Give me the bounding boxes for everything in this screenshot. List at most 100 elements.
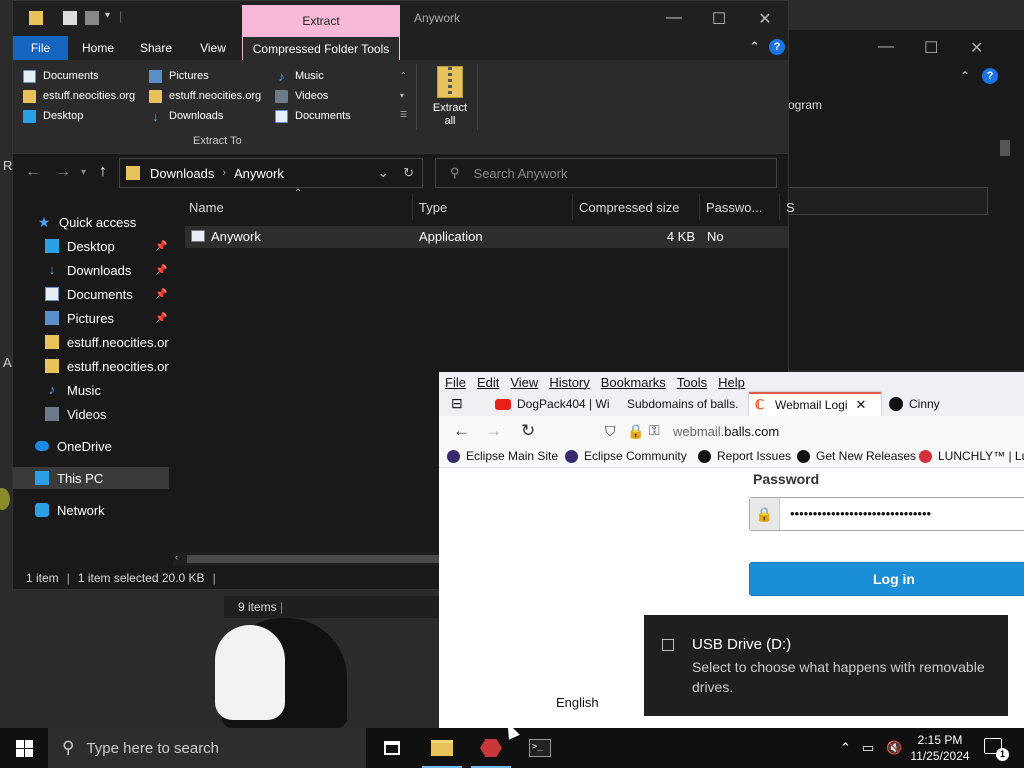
menu-view[interactable]: View [510,375,538,390]
extract-destination-music[interactable]: ♪ Music [275,67,323,85]
scrollbar-thumb[interactable] [1000,140,1010,156]
background-explorer-window[interactable]: — ☐ ✕ ⌃ ogram [788,30,1000,370]
nav-pictures[interactable]: Pictures 📌 [45,307,173,329]
tab-home[interactable]: Home [73,36,123,60]
tab-webmail-login[interactable]: ℂ Webmail Logi ✕ [749,392,881,416]
title-bar[interactable]: ▾ | Extract Anywork — ☐ ✕ [13,1,788,36]
terminal-taskbar-button[interactable]: >_ [516,728,564,768]
login-button[interactable]: Log in [749,562,1024,596]
help-icon[interactable]: ? [982,68,998,84]
volume-muted-icon[interactable]: 🔇 [886,740,902,756]
extract-destination-pictures[interactable]: Pictures [149,67,209,85]
nav-videos[interactable]: Videos [45,403,173,425]
scroll-down-icon[interactable]: ▾ [400,91,404,100]
column-header-type[interactable]: Type [413,194,573,220]
extract-destination-videos[interactable]: Videos [275,87,328,105]
breadcrumb-downloads[interactable]: Downloads [150,166,214,181]
minimize-icon[interactable]: — [664,9,684,27]
tab-cinny[interactable]: Cinny [883,392,983,416]
bookmark-eclipse-main[interactable]: Eclipse Main Site [447,449,558,463]
tab-file[interactable]: File [13,36,68,60]
nav-this-pc[interactable]: This PC [13,467,169,489]
bookmark-eclipse-community[interactable]: Eclipse Community [565,449,687,463]
extract-destination-downloads[interactable]: ↓ Downloads [149,107,223,125]
nav-downloads[interactable]: ↓ Downloads 📌 [45,259,173,281]
menu-history[interactable]: History [549,375,589,390]
forward-arrow-icon[interactable]: → [485,421,502,441]
chevron-up-icon[interactable]: ⌃ [960,69,970,83]
lock-icon[interactable]: 🔒 [627,423,644,440]
password-field[interactable]: 🔒 ••••••••••••••••••••••••••••••• [749,497,1024,531]
task-view-button[interactable] [368,728,416,768]
maximize-icon[interactable]: ☐ [709,9,729,29]
tab-dogpack404[interactable]: DogPack404 | Wi [489,392,619,416]
extract-destination-desktop[interactable]: Desktop [23,107,83,125]
properties-icon[interactable] [63,11,77,25]
table-row[interactable]: Anywork Application 4 KB No [185,226,788,248]
menu-edit[interactable]: Edit [477,375,499,390]
chevron-down-icon[interactable]: ⌄ [378,165,389,180]
nav-quick-access[interactable]: ★ Quick access [37,211,173,233]
menu-tools[interactable]: Tools [677,375,707,390]
key-icon[interactable]: ⚿ [649,422,660,439]
help-icon[interactable]: ? [769,39,785,55]
tab-compressed-folder-tools[interactable]: Compressed Folder Tools [242,36,400,60]
menu-help[interactable]: Help [718,375,745,390]
start-button[interactable] [0,728,48,768]
back-arrow-icon[interactable]: ← [25,163,41,181]
extract-destination-estuff-2[interactable]: estuff.neocities.org [149,87,261,105]
back-window-field[interactable] [788,187,988,215]
column-header-password[interactable]: Passwo... [700,194,780,220]
scroll-left-icon[interactable]: ‹ [175,552,178,562]
nav-estuff[interactable]: estuff.neocities.or [45,331,173,353]
bookmark-report-issues[interactable]: Report Issues [698,449,791,463]
column-header-compressed-size[interactable]: Compressed size [573,194,700,220]
menu-file[interactable]: File [445,375,466,390]
shield-icon[interactable]: ⛉ [605,423,616,440]
bookmark-lunchly[interactable]: LUNCHLY™ | Lun [919,449,1024,463]
language-english-link[interactable]: English [556,695,599,710]
nav-documents[interactable]: Documents 📌 [45,283,173,305]
close-icon[interactable]: ✕ [970,38,983,58]
forward-arrow-icon[interactable]: → [55,163,71,181]
back-arrow-icon[interactable]: ← [453,421,470,441]
tab-subdomains[interactable]: Subdomains of balls. [621,392,747,416]
extract-all-button[interactable]: Extract all [426,66,474,128]
network-icon[interactable]: ▭ [862,740,874,756]
customize-toolbar-icon[interactable]: ▾ [105,10,110,21]
breadcrumb-anywork[interactable]: Anywork [234,166,284,181]
close-icon[interactable]: ✕ [755,9,775,29]
extract-destination-estuff[interactable]: estuff.neocities.org [23,87,135,105]
up-arrow-icon[interactable]: ↑ [99,163,107,181]
extract-destination-documents[interactable]: Documents [23,67,99,85]
clock[interactable]: 2:15 PM 11/25/2024 [906,732,974,764]
nav-onedrive[interactable]: OneDrive [35,435,173,457]
address-bar[interactable]: Downloads › Anywork ⌄ ↻ [119,158,423,188]
recent-locations-icon[interactable]: ▾ [81,167,86,178]
firefox-view-icon[interactable]: ⊟ [451,395,463,412]
file-explorer-taskbar-button[interactable] [418,728,466,768]
chevron-right-icon[interactable]: › [222,167,226,179]
close-tab-icon[interactable]: ✕ [855,397,866,413]
new-folder-icon[interactable] [85,11,99,25]
reload-icon[interactable]: ↻ [521,421,535,441]
nav-network[interactable]: Network [35,499,173,521]
tab-share[interactable]: Share [131,36,181,60]
column-header-size[interactable]: S [780,194,800,220]
minimize-icon[interactable]: — [878,38,894,56]
taskbar-search[interactable]: ⚲ Type here to search [48,728,366,768]
collapse-ribbon-icon[interactable]: ⌃ [749,39,760,55]
expand-gallery-icon[interactable]: ☰ [400,110,407,119]
nav-estuff-2[interactable]: estuff.neocities.or [45,355,173,377]
menu-bookmarks[interactable]: Bookmarks [601,375,666,390]
nav-desktop[interactable]: Desktop 📌 [45,235,173,257]
show-hidden-icons-icon[interactable]: ⌃ [840,740,851,756]
scroll-up-icon[interactable]: ⌃ [400,71,407,80]
usb-notification-toast[interactable]: USB Drive (D:) Select to choose what hap… [644,615,1008,716]
refresh-icon[interactable]: ↻ [403,165,414,180]
tab-view[interactable]: View [188,36,238,60]
bookmark-get-new-releases[interactable]: Get New Releases [797,449,916,463]
nav-music[interactable]: ♪ Music [45,379,173,401]
extract-destination-documents-2[interactable]: Documents [275,107,351,125]
url-input[interactable]: webmail.balls.com [673,424,779,439]
